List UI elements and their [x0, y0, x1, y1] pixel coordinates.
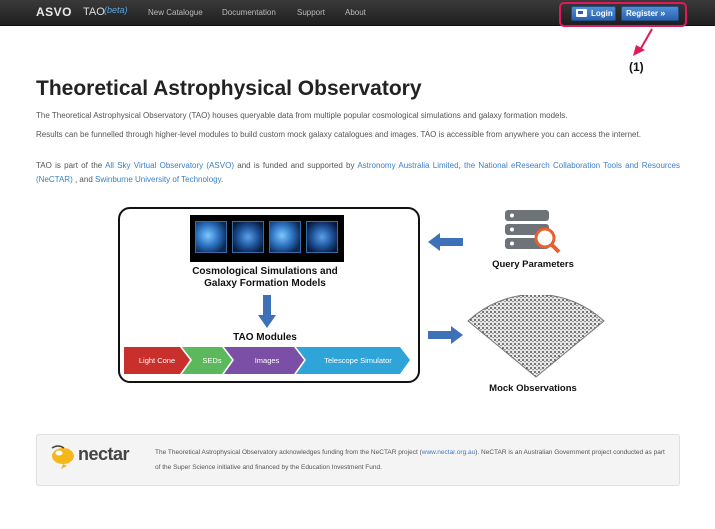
mock-observation-fan-icon: [467, 295, 605, 378]
module-light-cone: Light Cone: [138, 356, 176, 365]
results-paragraph: Results can be funnelled through higher-…: [36, 130, 641, 139]
nav-support[interactable]: Support: [297, 8, 325, 17]
simulation-image: [306, 221, 338, 253]
simulations-label-line1: Cosmological Simulations and: [192, 266, 338, 277]
app-name[interactable]: TAO: [83, 6, 105, 18]
right-arrow-icon: [428, 326, 463, 344]
modules-label: TAO Modules: [233, 332, 297, 343]
down-arrow-icon: [258, 295, 276, 328]
simulation-image: [195, 221, 227, 253]
nav-documentation[interactable]: Documentation: [222, 8, 276, 17]
simulation-image: [232, 221, 264, 253]
callout-label: (1): [629, 60, 644, 74]
funding-text: TAO is part of the: [36, 161, 106, 170]
simulation-image-strip: [190, 215, 344, 262]
funding-text: .: [221, 175, 224, 184]
funding-text: , and: [72, 175, 95, 184]
mock-observations-label: Mock Observations: [489, 383, 577, 394]
funding-paragraph: TAO is part of the All Sky Virtual Obser…: [36, 159, 680, 187]
asvo-link[interactable]: All Sky Virtual Observatory (ASVO): [105, 161, 234, 170]
login-icon: [576, 9, 587, 17]
intro-paragraph: The Theoretical Astrophysical Observator…: [36, 111, 568, 120]
module-seds: SEDs: [202, 356, 222, 365]
footer-text: The Theoretical Astrophysical Observator…: [155, 449, 422, 456]
module-telescope-simulator: Telescope Simulator: [324, 356, 392, 365]
module-images: Images: [254, 356, 280, 365]
swinburne-link[interactable]: Swinburne University of Technology: [95, 175, 221, 184]
beta-label: (beta): [104, 5, 128, 15]
nectar-website-link[interactable]: www.nectar.org.au: [422, 449, 475, 456]
brand-text: ASVO: [36, 5, 73, 19]
login-label: Login: [591, 9, 613, 18]
simulations-label-line2: Galaxy Formation Models: [204, 278, 326, 289]
page-title: Theoretical Astrophysical Observatory: [36, 77, 422, 100]
register-button[interactable]: Register »: [621, 6, 679, 21]
aal-link[interactable]: Astronomy Australia Limited: [357, 161, 458, 170]
left-arrow-icon: [428, 233, 463, 251]
query-database-icon: [505, 210, 561, 254]
query-parameters-label: Query Parameters: [492, 259, 574, 270]
nav-about[interactable]: About: [345, 8, 366, 17]
simulation-image: [269, 221, 301, 253]
nectar-logo-icon: [51, 445, 74, 469]
asvo-logo[interactable]: ASVO: [36, 5, 72, 19]
callout-arrow: [633, 28, 653, 56]
login-button[interactable]: Login: [571, 6, 616, 21]
nectar-logo-text[interactable]: nectar: [78, 444, 130, 465]
nav-new-catalogue[interactable]: New Catalogue: [148, 8, 203, 17]
simulations-label: Cosmological Simulations and Galaxy Form…: [170, 266, 360, 290]
funding-text: and is funded and supported by: [233, 161, 358, 170]
footer-acknowledgement: The Theoretical Astrophysical Observator…: [155, 445, 665, 475]
double-chevron-icon: »: [660, 8, 666, 18]
register-label: Register: [626, 9, 659, 18]
